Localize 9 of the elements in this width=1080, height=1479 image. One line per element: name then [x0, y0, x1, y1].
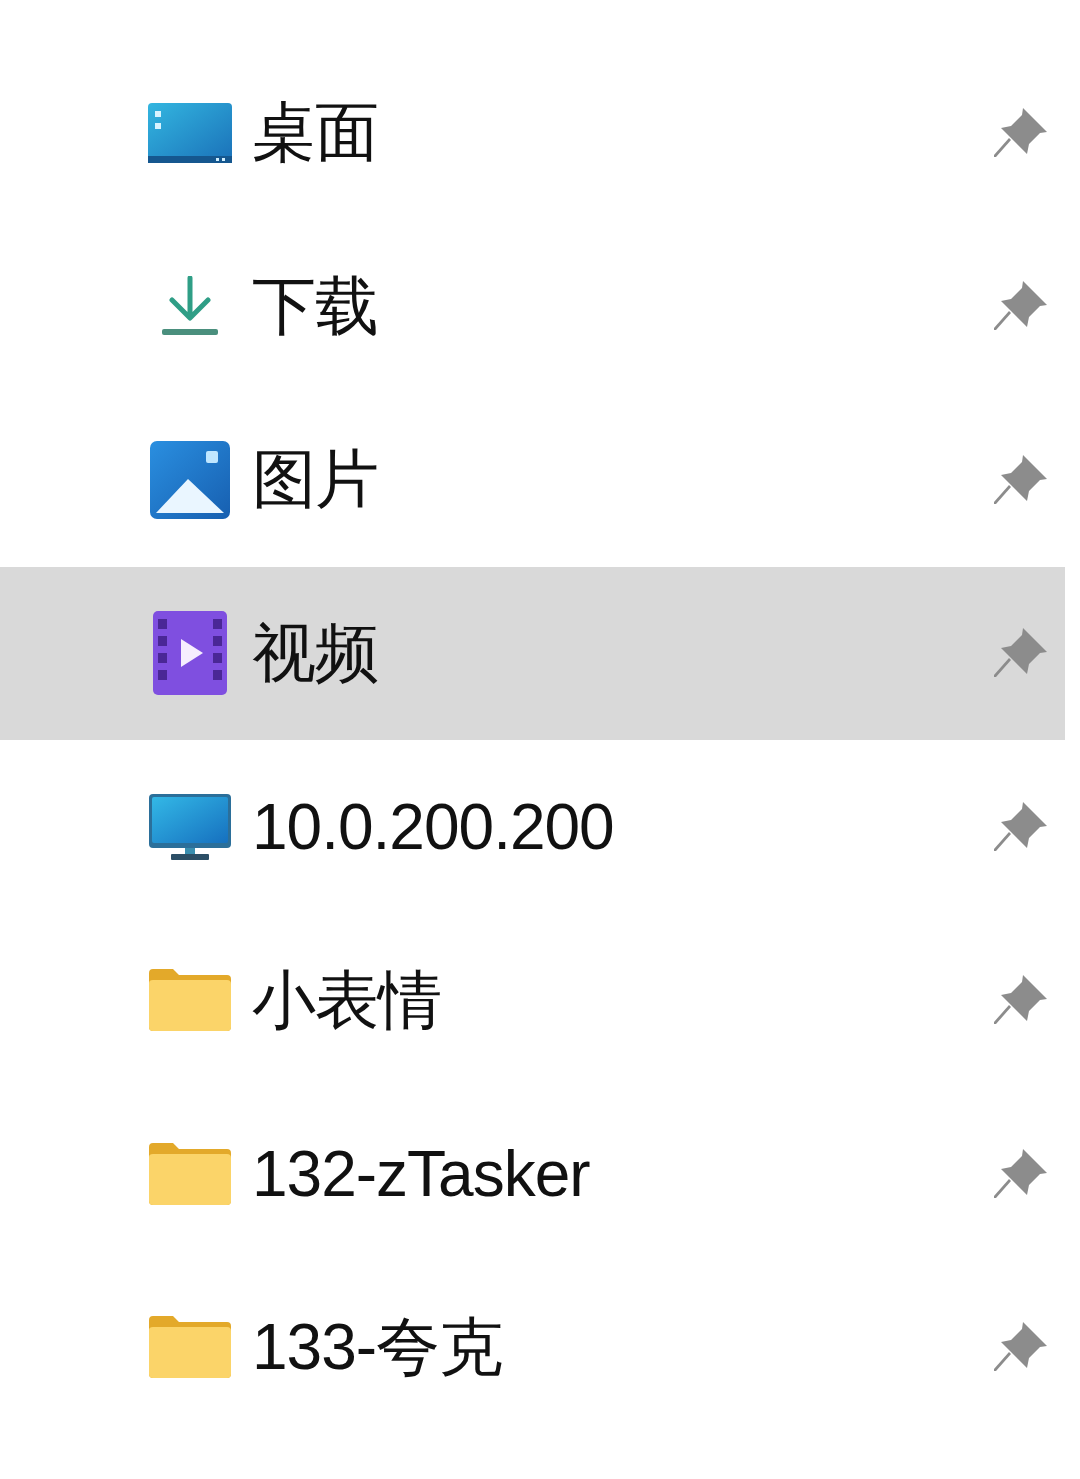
- desktop-icon: [148, 102, 232, 163]
- picture-icon: [150, 440, 230, 519]
- download-icon: [160, 276, 220, 337]
- monitor-icon: [149, 793, 231, 860]
- folder-icon: [149, 1142, 231, 1205]
- film-play-icon: [153, 611, 227, 696]
- folder-icon: [149, 969, 231, 1032]
- quick-access-item[interactable]: 视频: [0, 566, 1065, 740]
- folder-icon: [149, 1316, 231, 1379]
